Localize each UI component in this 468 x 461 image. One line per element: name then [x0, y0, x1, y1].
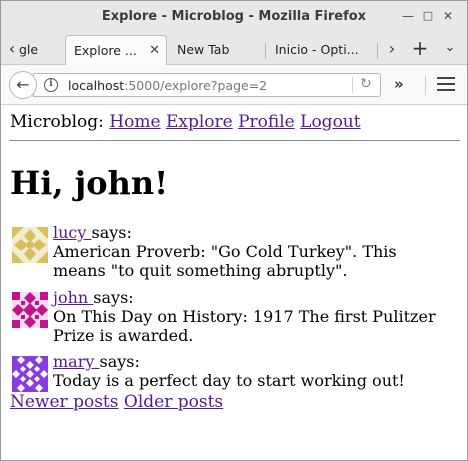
post-text: American Proverb: "Go Cold Turkey". This…: [53, 242, 397, 280]
page-content: Microblog: Home Explore Profile Logout H…: [1, 106, 467, 460]
identicon-pattern: [12, 227, 48, 263]
tab-explore[interactable]: Explore ... ✕: [65, 35, 167, 65]
post-author: lucy: [53, 223, 87, 242]
avatar-lucy[interactable]: [12, 227, 48, 263]
post-body: john says: On This Day on History: 1917 …: [53, 288, 453, 345]
scroll-tabs-right-icon[interactable]: ›: [385, 39, 399, 59]
reload-icon[interactable]: ↻: [360, 76, 372, 92]
page-title: Hi, john!: [10, 164, 169, 202]
post-author-link[interactable]: john: [53, 288, 93, 307]
url-separator: [352, 77, 353, 93]
browser-window: Explore - Microblog - Mozilla Firefox — …: [0, 0, 468, 461]
older-posts-link[interactable]: Older posts: [124, 392, 223, 412]
identicon-pattern: [12, 292, 48, 328]
tab-label: Explore ...: [74, 43, 137, 58]
close-tab-icon[interactable]: ✕: [149, 36, 160, 65]
tab-label: Inicio - Opti...: [275, 42, 359, 57]
top-navigation: Microblog: Home Explore Profile Logout: [10, 112, 361, 132]
overflow-menu-icon[interactable]: »: [394, 75, 404, 93]
close-icon[interactable]: ✕: [441, 9, 455, 23]
nav-link-profile[interactable]: Profile: [238, 112, 295, 132]
info-icon[interactable]: i: [44, 78, 58, 92]
url-path: :5000/explore?page=2: [124, 78, 268, 93]
tab-list-chevron-down-icon[interactable]: ⌄: [439, 37, 461, 61]
says-label: says:: [99, 352, 140, 371]
tab-new-tab[interactable]: New Tab: [169, 35, 261, 65]
tab-separator: [265, 43, 266, 59]
post-text: Today is a perfect day to start working …: [53, 371, 405, 390]
url-host: localhost: [68, 78, 125, 93]
back-button[interactable]: ←: [9, 71, 37, 99]
nav-link-logout[interactable]: Logout: [300, 112, 360, 132]
minimize-icon[interactable]: —: [401, 9, 415, 23]
divider: [10, 140, 460, 141]
says-label: says:: [91, 223, 132, 242]
back-arrow-icon: ←: [16, 75, 30, 94]
tab-separator: [377, 43, 378, 59]
tab-inicio[interactable]: Inicio - Opti...: [267, 35, 367, 65]
new-tab-icon[interactable]: +: [409, 37, 431, 61]
tab-label: gle: [19, 42, 39, 57]
post-text: On This Day on History: 1917 The first P…: [53, 307, 436, 345]
avatar-john[interactable]: [12, 292, 48, 328]
post-body: lucy says: American Proverb: "Go Cold Tu…: [53, 223, 453, 280]
says-label: says:: [93, 288, 134, 307]
tab-label: New Tab: [177, 42, 230, 57]
tab-strip: ‹ gle Explore ... ✕ New Tab Inicio - Opt…: [1, 33, 467, 65]
newer-posts-link[interactable]: Newer posts: [10, 392, 118, 412]
nav-link-explore[interactable]: Explore: [166, 112, 233, 132]
post-author: john: [53, 288, 89, 307]
post-author-link[interactable]: mary: [53, 352, 100, 371]
hamburger-menu-icon[interactable]: [437, 77, 455, 93]
post-author: mary: [53, 352, 95, 371]
title-bar: Explore - Microblog - Mozilla Firefox — …: [1, 1, 467, 33]
tab-google[interactable]: gle: [17, 35, 63, 65]
post-author-link[interactable]: lucy: [53, 223, 92, 242]
avatar-mary[interactable]: [12, 356, 48, 392]
url-bar[interactable]: i localhost:5000/explore?page=2 ↻: [33, 73, 381, 97]
window-title: Explore - Microblog - Mozilla Firefox: [101, 9, 367, 24]
pagination: Newer posts Older posts: [10, 392, 223, 412]
nav-link-home[interactable]: Home: [109, 112, 160, 132]
url-text[interactable]: localhost:5000/explore?page=2: [68, 78, 267, 93]
brand-label: Microblog:: [10, 112, 104, 132]
post-body: mary says: Today is a perfect day to sta…: [53, 352, 453, 390]
toolbar-separator: [425, 75, 426, 95]
maximize-icon[interactable]: □: [421, 9, 435, 23]
navigation-bar: i localhost:5000/explore?page=2 ↻ ← »: [1, 65, 467, 105]
